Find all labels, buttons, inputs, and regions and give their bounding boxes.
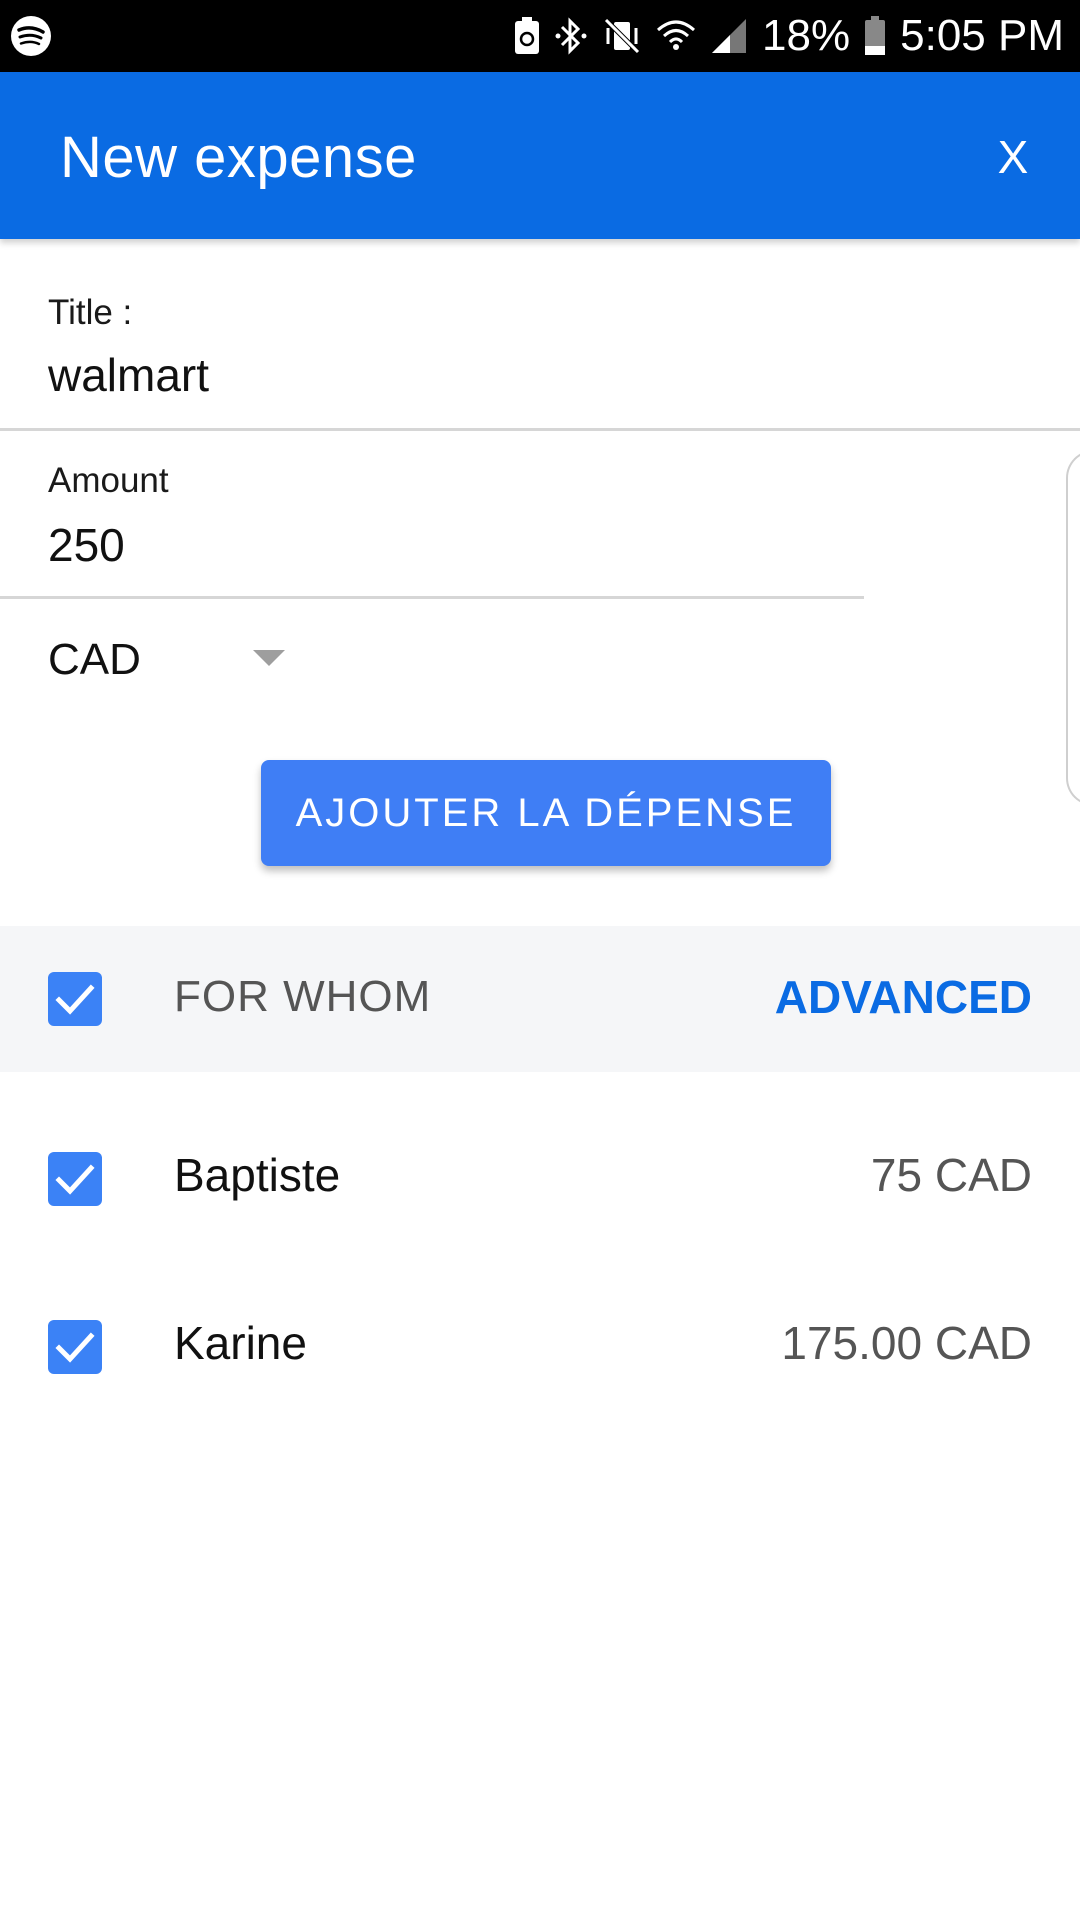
participant-row[interactable]: Karine 175.00 CAD [0, 1286, 1080, 1406]
participant-name: Baptiste [174, 1149, 341, 1201]
title-input[interactable]: walmart [48, 348, 209, 402]
bluetooth-icon [555, 17, 587, 55]
spotify-icon [11, 16, 51, 56]
battery-percent: 18% [762, 11, 851, 60]
checkmark-icon [55, 1164, 95, 1195]
participant-name: Karine [174, 1317, 307, 1369]
amount-underline [0, 596, 864, 599]
participant-amount: 75 CAD [870, 1149, 1032, 1201]
title-label: Title : [48, 293, 133, 332]
participant-checkbox[interactable] [48, 1320, 102, 1374]
clock: 5:05 PM [900, 11, 1064, 60]
add-expense-button[interactable]: AJOUTER LA DÉPENSE [261, 760, 831, 866]
app-bar: New expense X [0, 72, 1080, 239]
chevron-down-icon [253, 650, 285, 666]
side-panel-edge[interactable] [1066, 450, 1080, 806]
page-title: New expense [60, 125, 417, 190]
vibrate-mute-icon [604, 18, 640, 54]
advanced-button[interactable]: ADVANCED [775, 970, 1032, 1024]
checkmark-icon [55, 1332, 95, 1363]
battery-saver-icon [515, 17, 540, 54]
amount-input[interactable]: 250 [48, 518, 125, 572]
select-all-checkbox[interactable] [48, 972, 102, 1026]
amount-label: Amount [48, 461, 169, 500]
currency-select[interactable]: CAD [48, 630, 298, 690]
for-whom-header: FOR WHOM ADVANCED [0, 926, 1080, 1072]
participant-checkbox[interactable] [48, 1152, 102, 1206]
battery-icon [865, 16, 886, 55]
status-bar: 18% 5:05 PM [0, 0, 1080, 72]
participant-amount: 175.00 CAD [781, 1317, 1032, 1369]
close-button[interactable]: X [986, 130, 1040, 184]
participant-row[interactable]: Baptiste 75 CAD [0, 1118, 1080, 1238]
wifi-icon [657, 20, 696, 50]
title-underline [0, 428, 1080, 431]
cell-signal-icon [712, 19, 747, 53]
for-whom-label: FOR WHOM [174, 972, 432, 1021]
checkmark-icon [55, 984, 95, 1015]
